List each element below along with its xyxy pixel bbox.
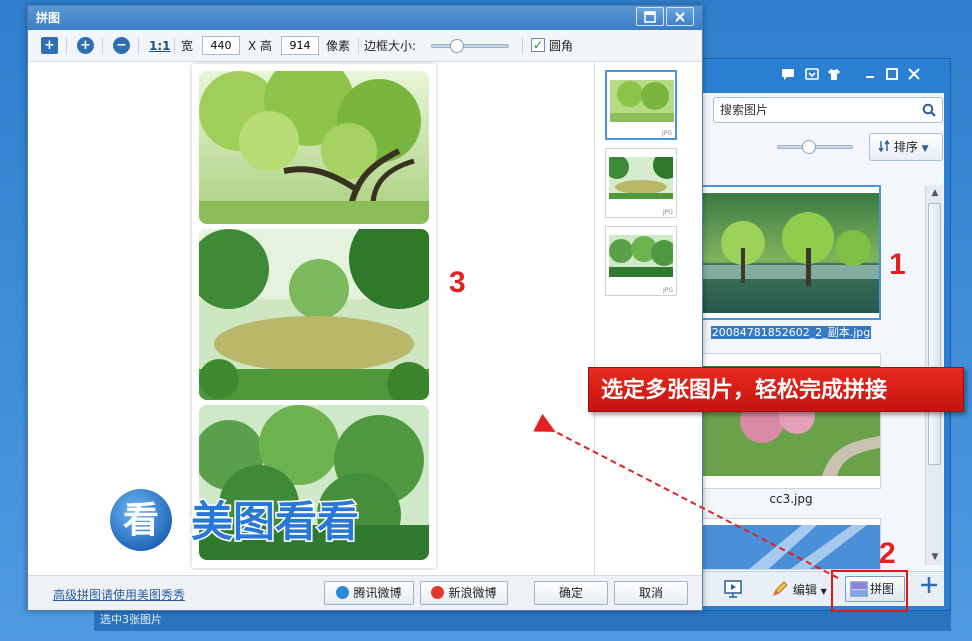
- file-name[interactable]: cc3.jpg: [701, 492, 881, 506]
- photo-tree-meadow: [199, 71, 429, 224]
- maximize-icon[interactable]: [885, 67, 899, 81]
- file-thumbnail[interactable]: [701, 185, 881, 320]
- search-input[interactable]: [714, 98, 909, 122]
- zoom-slider[interactable]: [777, 140, 855, 154]
- dialog-title: 拼图: [36, 11, 61, 25]
- selected-images-panel: JPG JPG JPG: [594, 62, 702, 575]
- chevron-down-icon: ▼: [921, 144, 929, 154]
- logo-glyph: 看: [123, 500, 159, 541]
- x-label: X: [248, 39, 257, 53]
- minimize-icon[interactable]: [863, 67, 877, 81]
- advanced-merge-link[interactable]: 高级拼图请使用美图秀秀: [53, 586, 185, 603]
- side-thumbnail[interactable]: JPG: [605, 226, 677, 296]
- dialog-toolbar: + + − 1:1 宽 X 高 像素 边框大小: ✓ 圆角: [28, 30, 702, 62]
- slideshow-icon[interactable]: [723, 579, 743, 599]
- step-number-2: 2: [879, 537, 896, 570]
- border-size-slider[interactable]: [431, 39, 511, 53]
- dialog-footer: 高级拼图请使用美图秀秀 腾讯微博 新浪微博 确定 取消: [28, 575, 702, 610]
- maximize-icon: [644, 11, 656, 23]
- height-label: 高: [260, 39, 273, 53]
- search-box: [713, 97, 943, 123]
- browser-titlebar: [693, 59, 950, 93]
- step-number-1: 1: [889, 248, 906, 281]
- border-size-label: 边框大小:: [364, 39, 417, 53]
- chat-icon[interactable]: [781, 67, 795, 81]
- maximize-button[interactable]: [636, 7, 664, 26]
- file-ext: JPG: [662, 287, 673, 294]
- plus-icon: [921, 577, 937, 593]
- sina-weibo-button[interactable]: 新浪微博: [420, 581, 508, 605]
- tencent-weibo-icon: [336, 586, 350, 599]
- add-button[interactable]: [919, 575, 939, 602]
- zoom-in-icon[interactable]: +: [77, 37, 94, 54]
- logo-text: 美图看看: [191, 497, 359, 546]
- sina-weibo-icon: [431, 586, 445, 599]
- step-number-3: 3: [449, 266, 466, 299]
- sort-button[interactable]: 排序 ▼: [869, 133, 943, 161]
- photo-forest: [609, 235, 673, 277]
- add-image-icon[interactable]: +: [41, 37, 58, 54]
- border-slider-knob[interactable]: [450, 39, 464, 53]
- photo-pond: [199, 229, 429, 400]
- sort-label: 排序: [893, 140, 918, 154]
- width-input[interactable]: [202, 36, 240, 55]
- callout-banner: 选定多张图片，轻松完成拼接: [588, 367, 964, 412]
- skin-icon[interactable]: [805, 67, 819, 81]
- file-ext: JPG: [661, 130, 672, 137]
- file-thumbnail[interactable]: [701, 518, 881, 570]
- collage-photo[interactable]: [199, 71, 429, 224]
- file-name[interactable]: 20084781852602_2_副本.jpg: [701, 324, 881, 340]
- close-icon[interactable]: [907, 67, 921, 81]
- scroll-down-icon[interactable]: ▼: [926, 549, 944, 565]
- cancel-button[interactable]: 取消: [614, 581, 688, 605]
- rounded-corner-label: 圆角: [549, 39, 574, 53]
- close-button[interactable]: [666, 7, 694, 26]
- close-icon: [675, 12, 685, 22]
- edit-button[interactable]: 编辑 ▼: [771, 578, 827, 602]
- rounded-corner-checkbox[interactable]: ✓: [531, 38, 545, 52]
- unit-label: 像素: [326, 39, 351, 53]
- pencil-icon: [773, 581, 788, 596]
- width-label: 宽: [181, 39, 194, 53]
- tencent-weibo-button[interactable]: 腾讯微博: [324, 581, 414, 605]
- collage-photo[interactable]: [199, 229, 429, 400]
- photo-sky: [702, 525, 880, 569]
- status-bar: 选中3张图片: [94, 611, 951, 631]
- scroll-up-icon[interactable]: ▲: [926, 185, 944, 201]
- browser-window: 排序 ▼ 20084781852602_2_副本.jpg cc: [692, 58, 951, 611]
- browser-body: 排序 ▼ 20084781852602_2_副本.jpg cc: [701, 93, 944, 606]
- photo-swamp-trees: [703, 193, 879, 313]
- ok-button[interactable]: 确定: [534, 581, 608, 605]
- zoom-slider-knob[interactable]: [802, 140, 816, 154]
- height-input[interactable]: [281, 36, 319, 55]
- search-icon[interactable]: [922, 103, 936, 117]
- scrollbar-thumb[interactable]: [928, 203, 941, 465]
- photo-tree-meadow: [610, 80, 674, 122]
- photo-pond: [609, 157, 673, 199]
- dialog-titlebar: 拼图: [28, 6, 702, 30]
- shirt-icon[interactable]: [827, 67, 841, 81]
- side-thumbnail[interactable]: JPG: [605, 70, 677, 140]
- highlight-box: [831, 570, 908, 612]
- status-text: 选中3张图片: [100, 613, 162, 626]
- sina-weibo-label: 新浪微博: [448, 586, 497, 600]
- sort-icon: [878, 139, 890, 153]
- actual-size-button[interactable]: 1:1: [149, 38, 171, 54]
- edit-label: 编辑: [792, 583, 817, 597]
- file-ext: JPG: [662, 209, 673, 216]
- side-thumbnail[interactable]: JPG: [605, 148, 677, 218]
- chevron-down-icon: ▼: [820, 587, 827, 596]
- tencent-weibo-label: 腾讯微博: [353, 586, 402, 600]
- zoom-out-icon[interactable]: −: [113, 37, 130, 54]
- app-logo: 看 美图看看: [103, 482, 433, 558]
